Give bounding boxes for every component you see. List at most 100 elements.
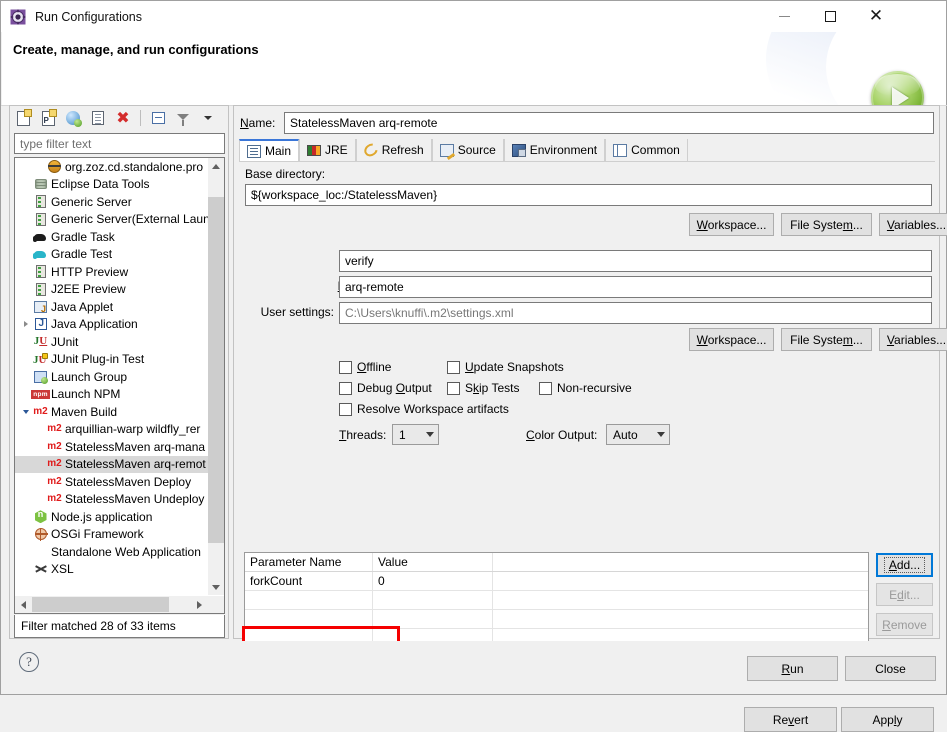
base-directory-input[interactable] xyxy=(245,184,932,206)
tree-item-junit[interactable]: JU JUnit xyxy=(15,333,208,351)
tree-item-gradle-test[interactable]: Gradle Test xyxy=(15,246,208,264)
tree-item-standalone-web-application[interactable]: Standalone Web Application xyxy=(15,543,208,561)
tree-item-node-js-application[interactable]: Node.js application xyxy=(15,508,208,526)
tree-vertical-scrollbar[interactable] xyxy=(208,158,224,595)
tree-item-xsl[interactable]: XSL xyxy=(15,561,208,579)
skip-tests-checkbox-box[interactable] xyxy=(447,381,460,395)
tree-item-http-preview[interactable]: HTTP Preview xyxy=(15,263,208,281)
parameters-table[interactable]: Parameter Name Value forkCount 0 xyxy=(244,552,869,648)
tab-main[interactable]: Main xyxy=(239,139,300,161)
view-menu-icon[interactable] xyxy=(197,108,219,129)
chevron-down-icon[interactable] xyxy=(19,409,32,414)
tab-jre[interactable]: JRE xyxy=(299,139,356,161)
scroll-down-icon[interactable] xyxy=(208,579,224,595)
tree-item-statelessmaven-deploy[interactable]: m2 StatelessMaven Deploy xyxy=(15,473,208,491)
tree-item-org-zoz-cd-standalone-pro[interactable]: org.zoz.cd.standalone.pro xyxy=(15,158,208,176)
remove-parameter-button[interactable]: Remove xyxy=(876,613,933,636)
edit-parameter-button[interactable]: Edit... xyxy=(876,583,933,606)
tree-vscroll-thumb[interactable] xyxy=(208,197,224,543)
user-settings-workspace-button[interactable]: Workspace... xyxy=(689,328,774,351)
tree-horizontal-scrollbar[interactable] xyxy=(15,596,208,613)
tab-common-label: Common xyxy=(631,143,680,157)
delete-icon[interactable]: ✖ xyxy=(112,108,134,129)
tree-item-statelessmaven-arq-mana[interactable]: m2 StatelessMaven arq-mana xyxy=(15,438,208,456)
checkbox-resolve-workspace-artifacts[interactable]: Resolve Workspace artifacts xyxy=(339,402,509,416)
minimize-button[interactable] xyxy=(761,1,807,31)
update-snapshots-checkbox-box[interactable] xyxy=(447,360,460,374)
filter-input[interactable] xyxy=(14,133,225,154)
main-tab-content: Base directory: Workspace... File System… xyxy=(239,162,947,732)
offline-checkbox-box[interactable] xyxy=(339,360,352,374)
revert-button[interactable]: Revert xyxy=(744,707,837,732)
table-row[interactable]: forkCount 0 xyxy=(245,572,868,591)
tree-item-j2ee-preview[interactable]: J2EE Preview xyxy=(15,281,208,299)
duplicate-icon[interactable] xyxy=(87,108,109,129)
checkbox-update-snapshots[interactable]: Update Snapshots xyxy=(447,360,564,374)
scroll-left-icon[interactable] xyxy=(15,596,32,613)
add-parameter-button[interactable]: Add... xyxy=(876,553,933,577)
chevron-right-icon[interactable] xyxy=(19,321,32,328)
column-header-value[interactable]: Value xyxy=(373,553,493,571)
tree-item-junit-plug-in-test[interactable]: JU JUnit Plug-in Test xyxy=(15,351,208,369)
checkbox-skip-tests[interactable]: Skip Tests xyxy=(447,381,519,395)
close-button[interactable]: Close xyxy=(845,656,936,681)
tab-environment[interactable]: Environment xyxy=(503,139,606,161)
base-dir-workspace-button[interactable]: Workspace... xyxy=(689,213,774,236)
collapse-all-icon[interactable] xyxy=(147,108,169,129)
non-recursive-checkbox-box[interactable] xyxy=(539,381,552,395)
name-input[interactable] xyxy=(284,112,934,134)
tree-item-eclipse-data-tools[interactable]: Eclipse Data Tools xyxy=(15,176,208,194)
tree-item-statelessmaven-undeploy[interactable]: m2 StatelessMaven Undeploy xyxy=(15,491,208,509)
maximize-button[interactable] xyxy=(807,1,853,31)
help-icon[interactable]: ? xyxy=(19,652,39,672)
skip-tests-label: Skip Tests xyxy=(465,381,520,395)
threads-combo[interactable]: 1 xyxy=(392,424,439,445)
checkbox-non-recursive[interactable]: Non-recursive xyxy=(539,381,632,395)
column-header-parameter-name[interactable]: Parameter Name xyxy=(245,553,373,571)
title-bar: Run Configurations ✕ xyxy=(1,1,946,32)
tree-item-gradle-task[interactable]: Gradle Task xyxy=(15,228,208,246)
tab-source[interactable]: Source xyxy=(431,139,504,161)
tree-item-osgi-framework[interactable]: OSGi Framework xyxy=(15,526,208,544)
new-prototype-icon[interactable]: P xyxy=(37,108,59,129)
tab-refresh[interactable]: Refresh xyxy=(355,139,432,161)
tree-item-label: Eclipse Data Tools xyxy=(51,177,150,192)
filter-icon[interactable] xyxy=(172,108,194,129)
apply-button[interactable]: Apply xyxy=(841,707,934,732)
checkbox-offline[interactable]: Offline xyxy=(339,360,391,374)
tree-item-launch-npm[interactable]: npm Launch NPM xyxy=(15,386,208,404)
environment-tab-icon xyxy=(511,143,526,157)
user-settings-variables-button[interactable]: Variables... xyxy=(879,328,947,351)
tree-item-java-application[interactable]: Java Application xyxy=(15,316,208,334)
tree-item-statelessmaven-arq-remot[interactable]: m2 StatelessMaven arq-remot xyxy=(15,455,208,473)
run-button[interactable]: Run xyxy=(747,656,838,681)
tree-item-generic-server[interactable]: Generic Server xyxy=(15,193,208,211)
scroll-up-icon[interactable] xyxy=(208,158,224,174)
new-configuration-icon[interactable] xyxy=(12,108,34,129)
tree-item-label: StatelessMaven Deploy xyxy=(65,474,192,489)
tree-item-label: arquillian-warp wildfly_rer xyxy=(65,422,201,437)
user-settings-input[interactable] xyxy=(339,302,932,324)
checkbox-debug-output[interactable]: Debug Output xyxy=(339,381,432,395)
tree-item-launch-group[interactable]: Launch Group xyxy=(15,368,208,386)
scroll-right-icon[interactable] xyxy=(191,596,208,613)
export-icon[interactable] xyxy=(62,108,84,129)
goals-input[interactable] xyxy=(339,250,932,272)
table-row-empty[interactable] xyxy=(245,591,868,610)
tree-hscroll-thumb[interactable] xyxy=(32,597,169,612)
table-row-empty[interactable] xyxy=(245,610,868,629)
base-dir-file-system-button[interactable]: File System... xyxy=(781,213,872,236)
debug-output-checkbox-box[interactable] xyxy=(339,381,352,395)
tree-item-generic-server-external-laun[interactable]: Generic Server(External Laun xyxy=(15,211,208,229)
base-dir-variables-button[interactable]: Variables... xyxy=(879,213,947,236)
color-output-combo[interactable]: Auto xyxy=(606,424,670,445)
tree-item-maven-build[interactable]: m2 Maven Build xyxy=(15,403,208,421)
configurations-tree[interactable]: org.zoz.cd.standalone.pro Eclipse Data To… xyxy=(14,157,225,614)
profiles-input[interactable] xyxy=(339,276,932,298)
tab-common[interactable]: Common xyxy=(605,139,688,161)
close-window-button[interactable]: ✕ xyxy=(853,1,899,31)
resolve-workspace-checkbox-box[interactable] xyxy=(339,402,352,416)
user-settings-file-system-button[interactable]: File System... xyxy=(781,328,872,351)
tree-item-java-applet[interactable]: Java Applet xyxy=(15,298,208,316)
tree-item-arquillian-warp-wildfly-rer[interactable]: m2 arquillian-warp wildfly_rer xyxy=(15,421,208,439)
